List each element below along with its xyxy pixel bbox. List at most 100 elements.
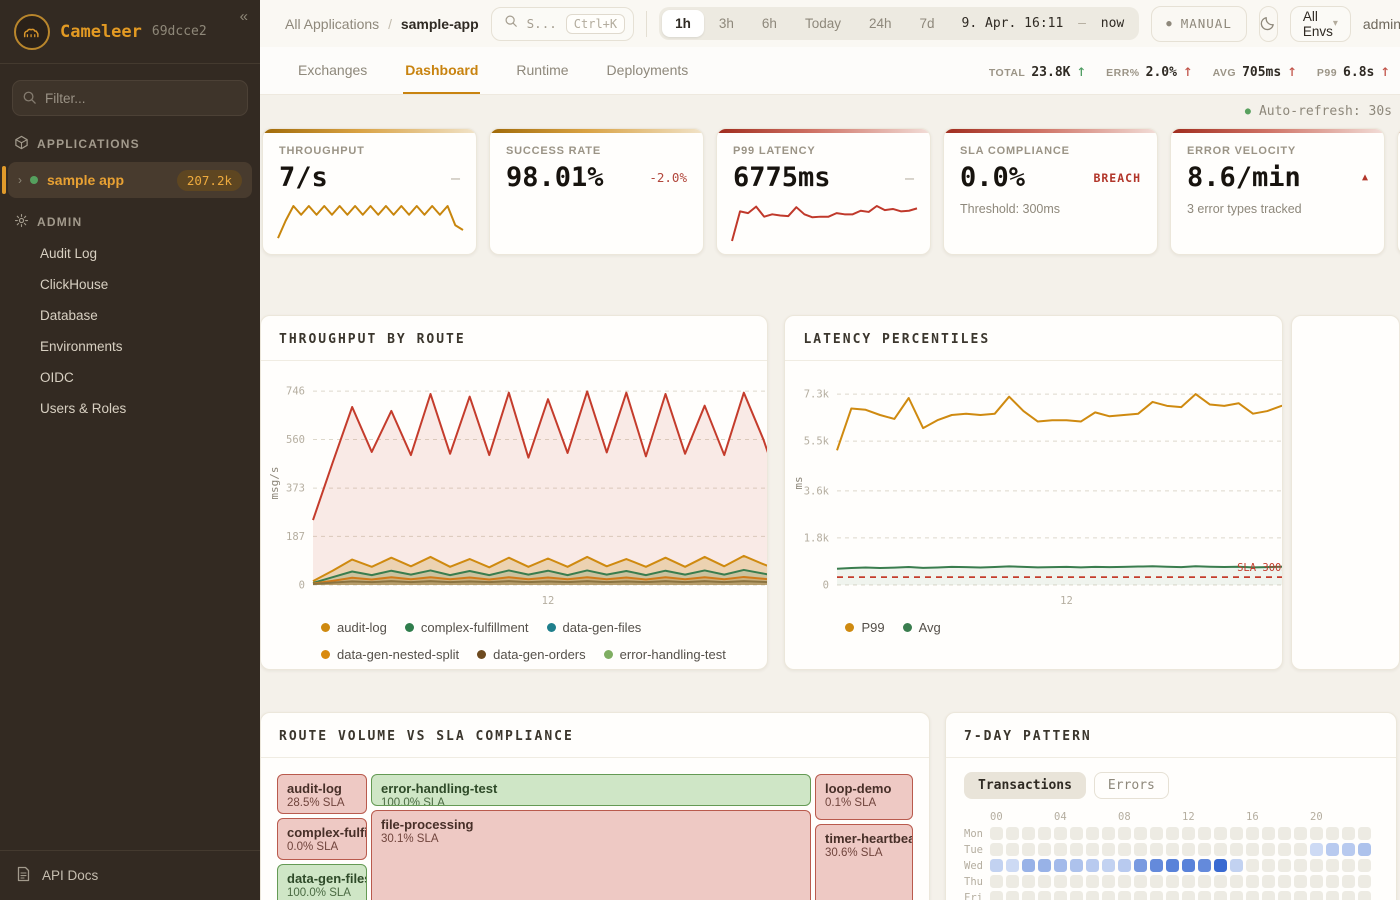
treemap-cell-complex-fulfil[interactable]: complex-fulfil...0.0% SLA bbox=[277, 818, 367, 860]
heatmap-cell[interactable] bbox=[1358, 891, 1371, 900]
heatmap-cell[interactable] bbox=[1006, 875, 1019, 888]
heatmap-cell[interactable] bbox=[1278, 859, 1291, 872]
heatmap-cell[interactable] bbox=[1006, 827, 1019, 840]
user-menu[interactable]: admin bbox=[1363, 16, 1400, 32]
heatmap-cell[interactable] bbox=[1134, 827, 1147, 840]
heatmap-cell[interactable] bbox=[1022, 827, 1035, 840]
tab-dashboard[interactable]: Dashboard bbox=[403, 47, 480, 94]
time-range-24h[interactable]: 24h bbox=[856, 10, 905, 37]
heatmap-cell[interactable] bbox=[1166, 875, 1179, 888]
heatmap-cell[interactable] bbox=[1310, 875, 1323, 888]
heatmap-cell[interactable] bbox=[1054, 891, 1067, 900]
heatmap-cell[interactable] bbox=[1070, 891, 1083, 900]
heatmap-cell[interactable] bbox=[1310, 891, 1323, 900]
heatmap-cell[interactable] bbox=[1038, 843, 1051, 856]
heatmap-cell[interactable] bbox=[1102, 843, 1115, 856]
heatmap-cell[interactable] bbox=[1182, 827, 1195, 840]
legend-item-Avg[interactable]: Avg bbox=[903, 620, 941, 635]
heatmap-cell[interactable] bbox=[1358, 827, 1371, 840]
heatmap-cell[interactable] bbox=[1214, 827, 1227, 840]
heatmap-cell[interactable] bbox=[1198, 827, 1211, 840]
heatmap-cell[interactable] bbox=[1198, 891, 1211, 900]
heatmap-cell[interactable] bbox=[1198, 859, 1211, 872]
breadcrumb-root[interactable]: All Applications bbox=[285, 16, 379, 32]
heatmap-cell[interactable] bbox=[1262, 859, 1275, 872]
heatmap-cell[interactable] bbox=[1310, 843, 1323, 856]
heatmap-cell[interactable] bbox=[1038, 891, 1051, 900]
heatmap-cell[interactable] bbox=[1230, 843, 1243, 856]
heatmap-cell[interactable] bbox=[1102, 827, 1115, 840]
heatmap-cell[interactable] bbox=[1182, 843, 1195, 856]
heatmap-cell[interactable] bbox=[1182, 891, 1195, 900]
heatmap-cell[interactable] bbox=[1310, 859, 1323, 872]
heatmap-cell[interactable] bbox=[1022, 843, 1035, 856]
time-range-6h[interactable]: 6h bbox=[749, 10, 790, 37]
heatmap-cell[interactable] bbox=[1182, 875, 1195, 888]
breadcrumb[interactable]: All Applications / sample-app bbox=[285, 16, 479, 32]
sidebar-item-clickhouse[interactable]: ClickHouse bbox=[0, 269, 260, 300]
sidebar-item-sample-app[interactable]: › sample app 207.2k bbox=[8, 162, 252, 198]
heatmap-cell[interactable] bbox=[990, 891, 1003, 900]
heatmap-cell[interactable] bbox=[1278, 843, 1291, 856]
heatmap-cell[interactable] bbox=[1038, 859, 1051, 872]
heatmap-cell[interactable] bbox=[1134, 859, 1147, 872]
heatmap-cell[interactable] bbox=[1006, 859, 1019, 872]
heatmap-cell[interactable] bbox=[1070, 827, 1083, 840]
heatmap-cell[interactable] bbox=[1262, 843, 1275, 856]
heatmap-cell[interactable] bbox=[1102, 891, 1115, 900]
tab-runtime[interactable]: Runtime bbox=[514, 47, 570, 94]
time-range-3h[interactable]: 3h bbox=[706, 10, 747, 37]
heatmap-cell[interactable] bbox=[1022, 891, 1035, 900]
heatmap-cell[interactable] bbox=[1342, 891, 1355, 900]
heatmap-cell[interactable] bbox=[1294, 891, 1307, 900]
heatmap-cell[interactable] bbox=[1230, 827, 1243, 840]
legend-item-data-gen-orders[interactable]: data-gen-orders bbox=[477, 647, 586, 662]
heatmap-cell[interactable] bbox=[1070, 859, 1083, 872]
heatmap-cell[interactable] bbox=[1326, 891, 1339, 900]
heatmap-cell[interactable] bbox=[1118, 891, 1131, 900]
heatmap-cell[interactable] bbox=[1118, 859, 1131, 872]
heatmap-cell[interactable] bbox=[1118, 875, 1131, 888]
treemap-cell-file-processing[interactable]: file-processing30.1% SLA bbox=[371, 810, 811, 900]
heatmap-cell[interactable] bbox=[1198, 843, 1211, 856]
toggle-errors[interactable]: Errors bbox=[1094, 772, 1169, 799]
legend-item-audit-log[interactable]: audit-log bbox=[321, 620, 387, 635]
heatmap-cell[interactable] bbox=[1022, 859, 1035, 872]
heatmap-cell[interactable] bbox=[1214, 859, 1227, 872]
manual-mode-button[interactable]: ● MANUAL bbox=[1151, 6, 1247, 42]
heatmap-cell[interactable] bbox=[1342, 875, 1355, 888]
heatmap-cell[interactable] bbox=[1230, 891, 1243, 900]
heatmap-cell[interactable] bbox=[1262, 891, 1275, 900]
heatmap-cell[interactable] bbox=[1278, 891, 1291, 900]
heatmap-cell[interactable] bbox=[1086, 843, 1099, 856]
heatmap-cell[interactable] bbox=[1166, 843, 1179, 856]
dark-mode-toggle[interactable] bbox=[1259, 6, 1278, 42]
heatmap-cell[interactable] bbox=[1294, 859, 1307, 872]
heatmap-cell[interactable] bbox=[1358, 875, 1371, 888]
heatmap-cell[interactable] bbox=[1054, 843, 1067, 856]
heatmap-cell[interactable] bbox=[1262, 875, 1275, 888]
heatmap-cell[interactable] bbox=[1102, 859, 1115, 872]
legend-item-data-gen-nested-split[interactable]: data-gen-nested-split bbox=[321, 647, 459, 662]
latency-chart[interactable]: 01.8k3.6k5.5k7.3k1224msSLA 300ms bbox=[791, 367, 1273, 616]
treemap-cell-data-gen-files[interactable]: data-gen-files100.0% SLA bbox=[277, 864, 367, 900]
heatmap-cell[interactable] bbox=[1150, 891, 1163, 900]
sidebar-item-oidc[interactable]: OIDC bbox=[0, 362, 260, 393]
treemap-cell-audit-log[interactable]: audit-log28.5% SLA bbox=[277, 774, 367, 814]
heatmap-cell[interactable] bbox=[1246, 859, 1259, 872]
heatmap-cell[interactable] bbox=[1086, 875, 1099, 888]
heatmap-cell[interactable] bbox=[1134, 891, 1147, 900]
sidebar-item-audit-log[interactable]: Audit Log bbox=[0, 238, 260, 269]
time-range-today[interactable]: Today bbox=[792, 10, 854, 37]
sidebar-item-database[interactable]: Database bbox=[0, 300, 260, 331]
throughput-chart[interactable]: 01873735607461224msg/s bbox=[267, 367, 759, 616]
heatmap-cell[interactable] bbox=[1326, 843, 1339, 856]
heatmap-cell[interactable] bbox=[1294, 875, 1307, 888]
heatmap-cell[interactable] bbox=[1182, 859, 1195, 872]
heatmap-cell[interactable] bbox=[1358, 843, 1371, 856]
heatmap-cell[interactable] bbox=[1262, 827, 1275, 840]
heatmap-cell[interactable] bbox=[1150, 843, 1163, 856]
time-window-display[interactable]: 9. Apr. 16:11 — now bbox=[950, 16, 1137, 31]
heatmap-cell[interactable] bbox=[1102, 875, 1115, 888]
heatmap-cell[interactable] bbox=[1150, 859, 1163, 872]
